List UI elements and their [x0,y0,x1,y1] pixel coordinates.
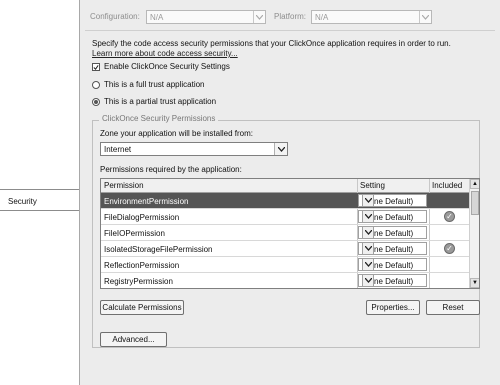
chevron-down-icon [419,11,431,23]
table-row[interactable]: FileDialogPermission (Zone Default) ✓ [101,209,469,225]
reset-button[interactable]: Reset [426,300,480,315]
column-header-permission[interactable]: Permission [104,181,144,190]
sidebar-tab-security[interactable]: Security [0,189,79,211]
chevron-down-icon [274,143,287,155]
chevron-down-icon [362,210,374,223]
full-trust-radio[interactable] [92,81,100,89]
permission-name: FileIOPermission [104,229,165,238]
configuration-value: N/A [150,13,164,22]
scroll-thumb[interactable] [471,191,479,215]
divider [85,30,495,31]
partial-trust-radio[interactable] [92,98,100,106]
chevron-down-icon [362,274,374,287]
configuration-dropdown[interactable]: N/A [146,10,266,24]
table-row[interactable]: IsolatedStorageFilePermission (Zone Defa… [101,241,469,257]
column-header-setting[interactable]: Setting [360,181,385,190]
table-row[interactable]: ReflectionPermission (Zone Default) [101,257,469,273]
full-trust-label: This is a full trust application [104,80,205,89]
setting-dropdown[interactable]: (Zone Default) [358,242,427,255]
scroll-down-arrow-icon[interactable]: ▼ [470,278,479,288]
scroll-up-arrow-icon[interactable]: ▲ [470,179,479,189]
permission-name: RegistryPermission [104,277,173,286]
table-row[interactable]: EnvironmentPermission (Zone Default) [101,193,469,209]
setting-dropdown[interactable]: (Zone Default) [358,274,427,287]
zone-label: Zone your application will be installed … [100,129,253,138]
group-title: ClickOnce Security Permissions [99,114,219,123]
zone-dropdown[interactable]: Internet [100,142,288,156]
platform-value: N/A [315,13,329,22]
permission-name: IsolatedStorageFilePermission [104,245,213,254]
chevron-down-icon [362,258,374,271]
setting-dropdown[interactable]: (Zone Default) [358,258,427,271]
partial-trust-label: This is a partial trust application [104,97,217,106]
grid-scrollbar[interactable]: ▲ ▼ [469,179,479,288]
chevron-down-icon [362,194,374,207]
enable-security-label: Enable ClickOnce Security Settings [104,62,230,71]
setting-dropdown[interactable]: (Zone Default) [358,226,427,239]
table-row[interactable]: RegistryPermission (Zone Default) [101,273,469,288]
included-check-icon[interactable]: ✓ [444,211,455,222]
zone-value: Internet [104,145,132,154]
permission-name: FileDialogPermission [104,213,180,222]
advanced-button[interactable]: Advanced... [100,332,167,347]
platform-label: Platform: [274,12,307,21]
description-text: Specify the code access security permiss… [92,39,451,48]
chevron-down-icon [253,11,265,23]
platform-dropdown[interactable]: N/A [311,10,432,24]
chevron-down-icon [362,242,374,255]
permission-name: ReflectionPermission [104,261,180,270]
setting-dropdown[interactable]: (Zone Default) [358,194,427,207]
learn-more-link[interactable]: Learn more about code access security... [92,49,238,58]
calculate-permissions-button[interactable]: Calculate Permissions [100,300,184,315]
table-row[interactable]: FileIOPermission (Zone Default) [101,225,469,241]
column-header-included[interactable]: Included [432,181,462,190]
properties-button[interactable]: Properties... [366,300,420,315]
included-check-icon[interactable]: ✓ [444,243,455,254]
permission-name: EnvironmentPermission [104,197,189,206]
setting-dropdown[interactable]: (Zone Default) [358,210,427,223]
grid-header: Permission Setting Included [101,179,469,193]
enable-security-checkbox[interactable] [92,63,100,71]
permissions-grid: Permission Setting Included EnvironmentP… [100,178,480,289]
permissions-label: Permissions required by the application: [100,165,242,174]
chevron-down-icon [362,226,374,239]
configuration-label: Configuration: [90,12,140,21]
